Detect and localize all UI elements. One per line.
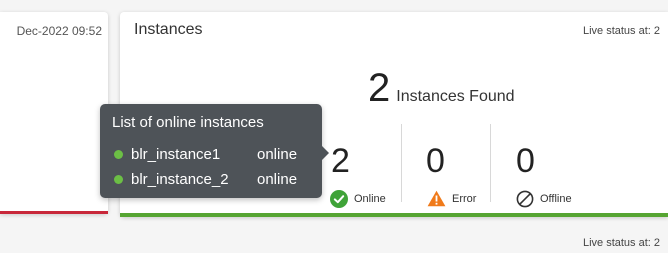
online-status-dot-icon [114,150,123,159]
instance-status: online [257,171,298,188]
list-item: blr_instance1 online [114,146,297,163]
live-status-label: Live status at: 2 [582,25,660,37]
list-item: blr_instance_2 online [114,171,297,188]
online-instances-tooltip: List of online instances blr_instance1 o… [100,104,329,198]
previous-card: Dec-2022 09:52 [0,12,108,214]
stat-divider [490,124,491,202]
tooltip-title: List of online instances [112,114,264,131]
online-status-dot-icon [114,175,123,184]
offline-label: Offline [540,193,572,205]
warning-triangle-icon [427,190,446,207]
error-stat[interactable]: Error [427,190,476,207]
stat-divider [401,124,402,202]
error-label: Error [452,192,477,205]
instance-status: online [257,146,298,163]
offline-stat[interactable]: Offline [516,190,572,208]
live-status-label: Live status at: 2 [582,237,660,249]
check-circle-icon [330,190,348,208]
card-timestamp: Dec-2022 09:52 [16,24,102,38]
status-accent-bar [0,211,108,214]
status-accent-bar [120,213,668,217]
instances-found-label: Instances Found [396,88,515,105]
online-label: Online [354,193,386,205]
instance-name: blr_instance_2 [131,171,229,188]
offline-count[interactable]: 0 [516,144,535,178]
instances-found: 2 Instances Found [368,68,515,108]
card-title: Instances [134,21,203,38]
error-count[interactable]: 0 [426,144,445,178]
instance-name: blr_instance1 [131,146,221,163]
online-stat[interactable]: Online [330,190,386,208]
slash-circle-icon [516,190,534,208]
instances-found-count: 2 [368,66,391,110]
online-count[interactable]: 2 [331,144,350,178]
